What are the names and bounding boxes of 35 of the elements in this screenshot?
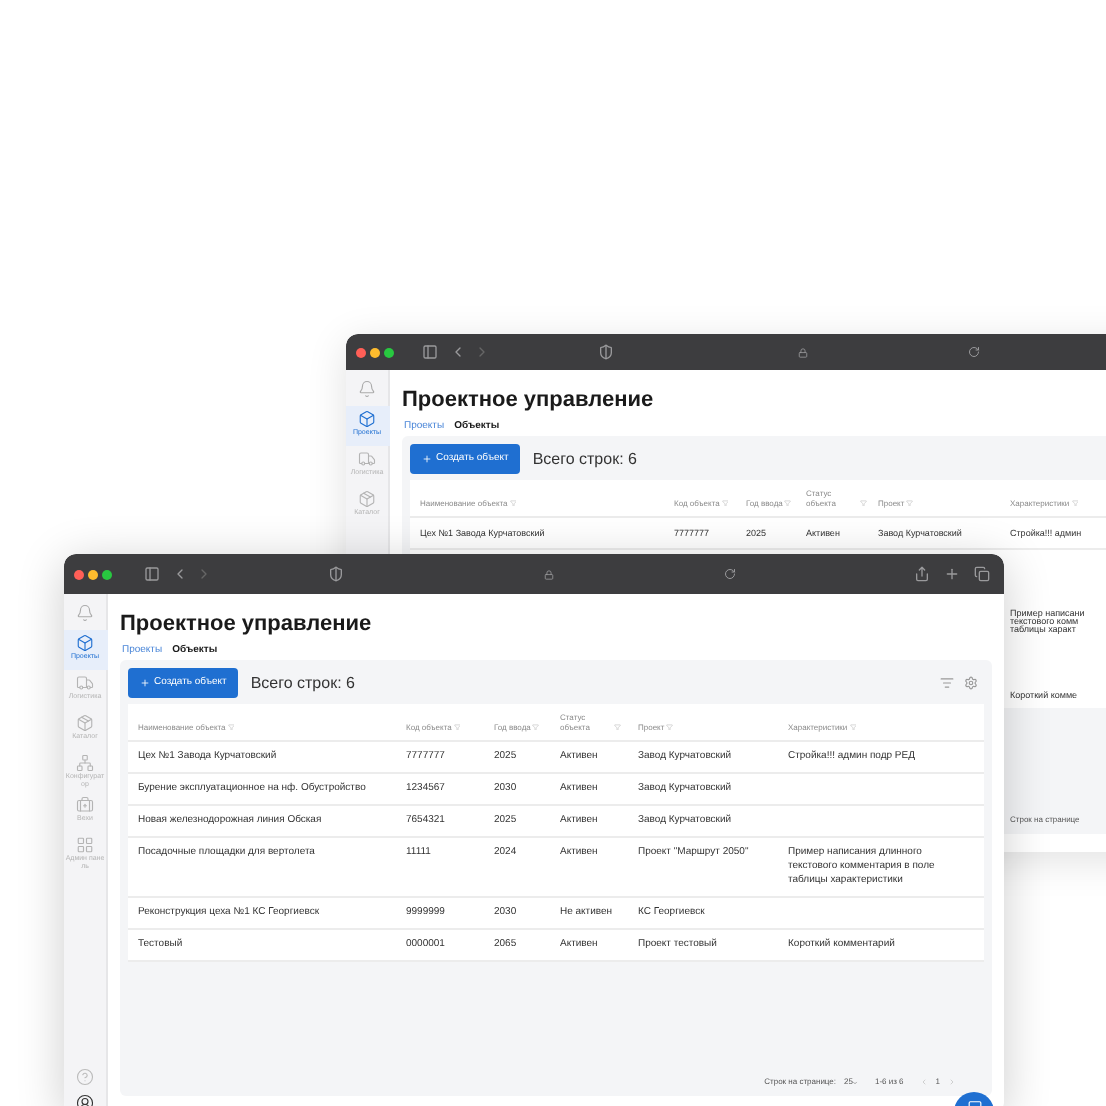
medical-kit-icon — [76, 796, 94, 814]
reload-icon[interactable] — [968, 346, 980, 358]
reload-icon[interactable] — [724, 568, 736, 580]
forward-icon[interactable] — [474, 344, 490, 360]
forward-icon[interactable] — [196, 566, 212, 582]
bell-icon[interactable] — [76, 604, 94, 622]
sidebar-toggle-icon[interactable] — [422, 344, 438, 360]
tabs-icon[interactable] — [974, 566, 990, 582]
package-icon — [358, 490, 376, 508]
plus-icon — [140, 678, 150, 688]
lock-icon — [544, 569, 554, 579]
cube-icon — [76, 634, 94, 652]
new-tab-icon[interactable] — [944, 566, 960, 582]
back-icon[interactable] — [450, 344, 466, 360]
network-icon — [76, 754, 94, 772]
cube-icon — [358, 410, 376, 428]
truck-icon — [76, 674, 94, 692]
grid-icon — [76, 836, 94, 854]
package-icon — [76, 714, 94, 732]
shield-icon[interactable] — [328, 566, 344, 582]
filter-icon[interactable] — [940, 676, 954, 690]
share-icon[interactable] — [914, 566, 930, 582]
row-count: Всего строк: 6 — [532, 447, 637, 471]
plus-icon — [422, 454, 432, 464]
truck-icon — [358, 450, 376, 468]
bell-icon[interactable] — [358, 380, 376, 398]
back-icon[interactable] — [172, 566, 188, 582]
help-icon[interactable] — [76, 1068, 94, 1086]
page-title: Проектное управление — [120, 610, 374, 638]
settings-icon[interactable] — [964, 676, 978, 690]
lock-icon — [798, 347, 808, 357]
sidebar-toggle-icon[interactable] — [144, 566, 160, 582]
page-title: Проектное управление — [402, 386, 656, 414]
row-count: Всего строк: 6 — [250, 671, 355, 695]
shield-icon[interactable] — [598, 344, 614, 360]
